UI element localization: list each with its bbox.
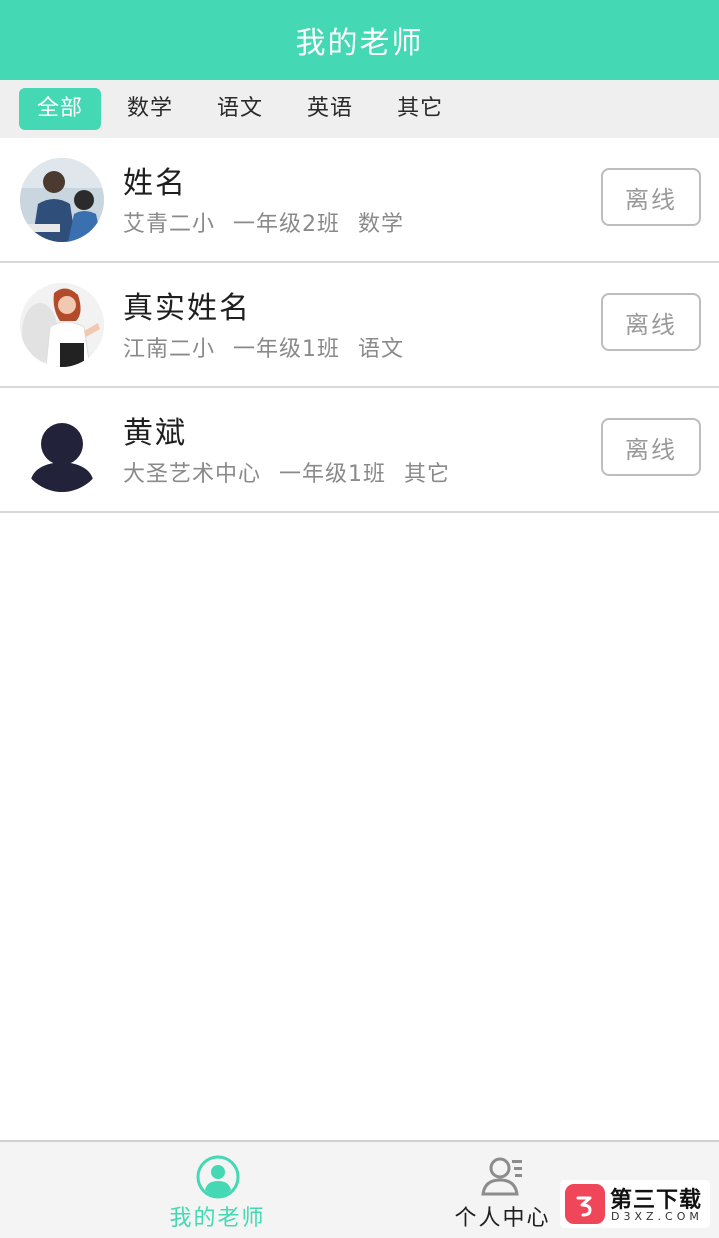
- tab-english[interactable]: 英语: [289, 88, 371, 130]
- nav-item-profile[interactable]: 个人中心: [445, 1142, 560, 1238]
- subject-filter-tabs: 全部 数学 语文 英语 其它: [0, 80, 719, 138]
- teacher-meta: 江南二小 一年级1班 语文: [123, 331, 422, 363]
- watermark-sub: D3XZ.COM: [611, 1210, 703, 1223]
- nav-label-my-teachers: 我的老师: [169, 1206, 266, 1231]
- status-badge[interactable]: 离线: [601, 293, 701, 351]
- teacher-school: 艾青二小: [123, 212, 216, 237]
- teacher-subject: 语文: [358, 337, 405, 362]
- tab-all[interactable]: 全部: [19, 88, 102, 130]
- teacher-school: 江南二小: [123, 337, 216, 362]
- teacher-name: 真实姓名: [123, 291, 251, 326]
- status-badge[interactable]: 离线: [601, 418, 701, 476]
- teacher-row[interactable]: 真实姓名 江南二小 一年级1班 语文 离线: [0, 263, 719, 388]
- teacher-meta: 艾青二小 一年级2班 数学: [123, 206, 422, 238]
- teacher-row[interactable]: 黄斌 大圣艺术中心 一年级1班 其它 离线: [0, 388, 719, 513]
- download-logo-icon: [565, 1184, 605, 1224]
- nav-item-my-teachers[interactable]: 我的老师: [160, 1142, 275, 1238]
- header-bar: 我的老师: [0, 0, 719, 80]
- teacher-meta: 大圣艺术中心 一年级1班 其它: [123, 456, 468, 488]
- photo-avatar-icon: [20, 283, 104, 367]
- default-user-icon: [20, 408, 104, 492]
- teacher-class: 一年级2班: [233, 212, 341, 237]
- status-badge[interactable]: 离线: [601, 168, 701, 226]
- app-root: 我的老师 全部 数学 语文 英语 其它 姓名 艾青二小 一年级2班 数学 离线 …: [0, 0, 719, 1238]
- profile-user-icon: [480, 1154, 526, 1204]
- teacher-class: 一年级1班: [279, 462, 387, 487]
- nav-label-profile: 个人中心: [454, 1206, 551, 1231]
- teacher-name: 姓名: [123, 166, 187, 201]
- photo-avatar-icon: [20, 158, 104, 242]
- tab-chinese[interactable]: 语文: [199, 88, 281, 130]
- teacher-list: 姓名 艾青二小 一年级2班 数学 离线 真实姓名 江南二小 一年级1班 语文 离…: [0, 138, 719, 513]
- tab-other[interactable]: 其它: [379, 88, 461, 130]
- teacher-name: 黄斌: [123, 416, 187, 451]
- teacher-row[interactable]: 姓名 艾青二小 一年级2班 数学 离线: [0, 138, 719, 263]
- teacher-school: 大圣艺术中心: [123, 462, 262, 487]
- teacher-class: 一年级1班: [233, 337, 341, 362]
- teacher-user-icon: [195, 1154, 241, 1204]
- teacher-subject: 其它: [404, 462, 451, 487]
- teacher-subject: 数学: [358, 212, 405, 237]
- watermark-logo: 第三下载 D3XZ.COM: [560, 1180, 710, 1228]
- tab-math[interactable]: 数学: [109, 88, 191, 130]
- page-title: 我的老师: [295, 26, 424, 61]
